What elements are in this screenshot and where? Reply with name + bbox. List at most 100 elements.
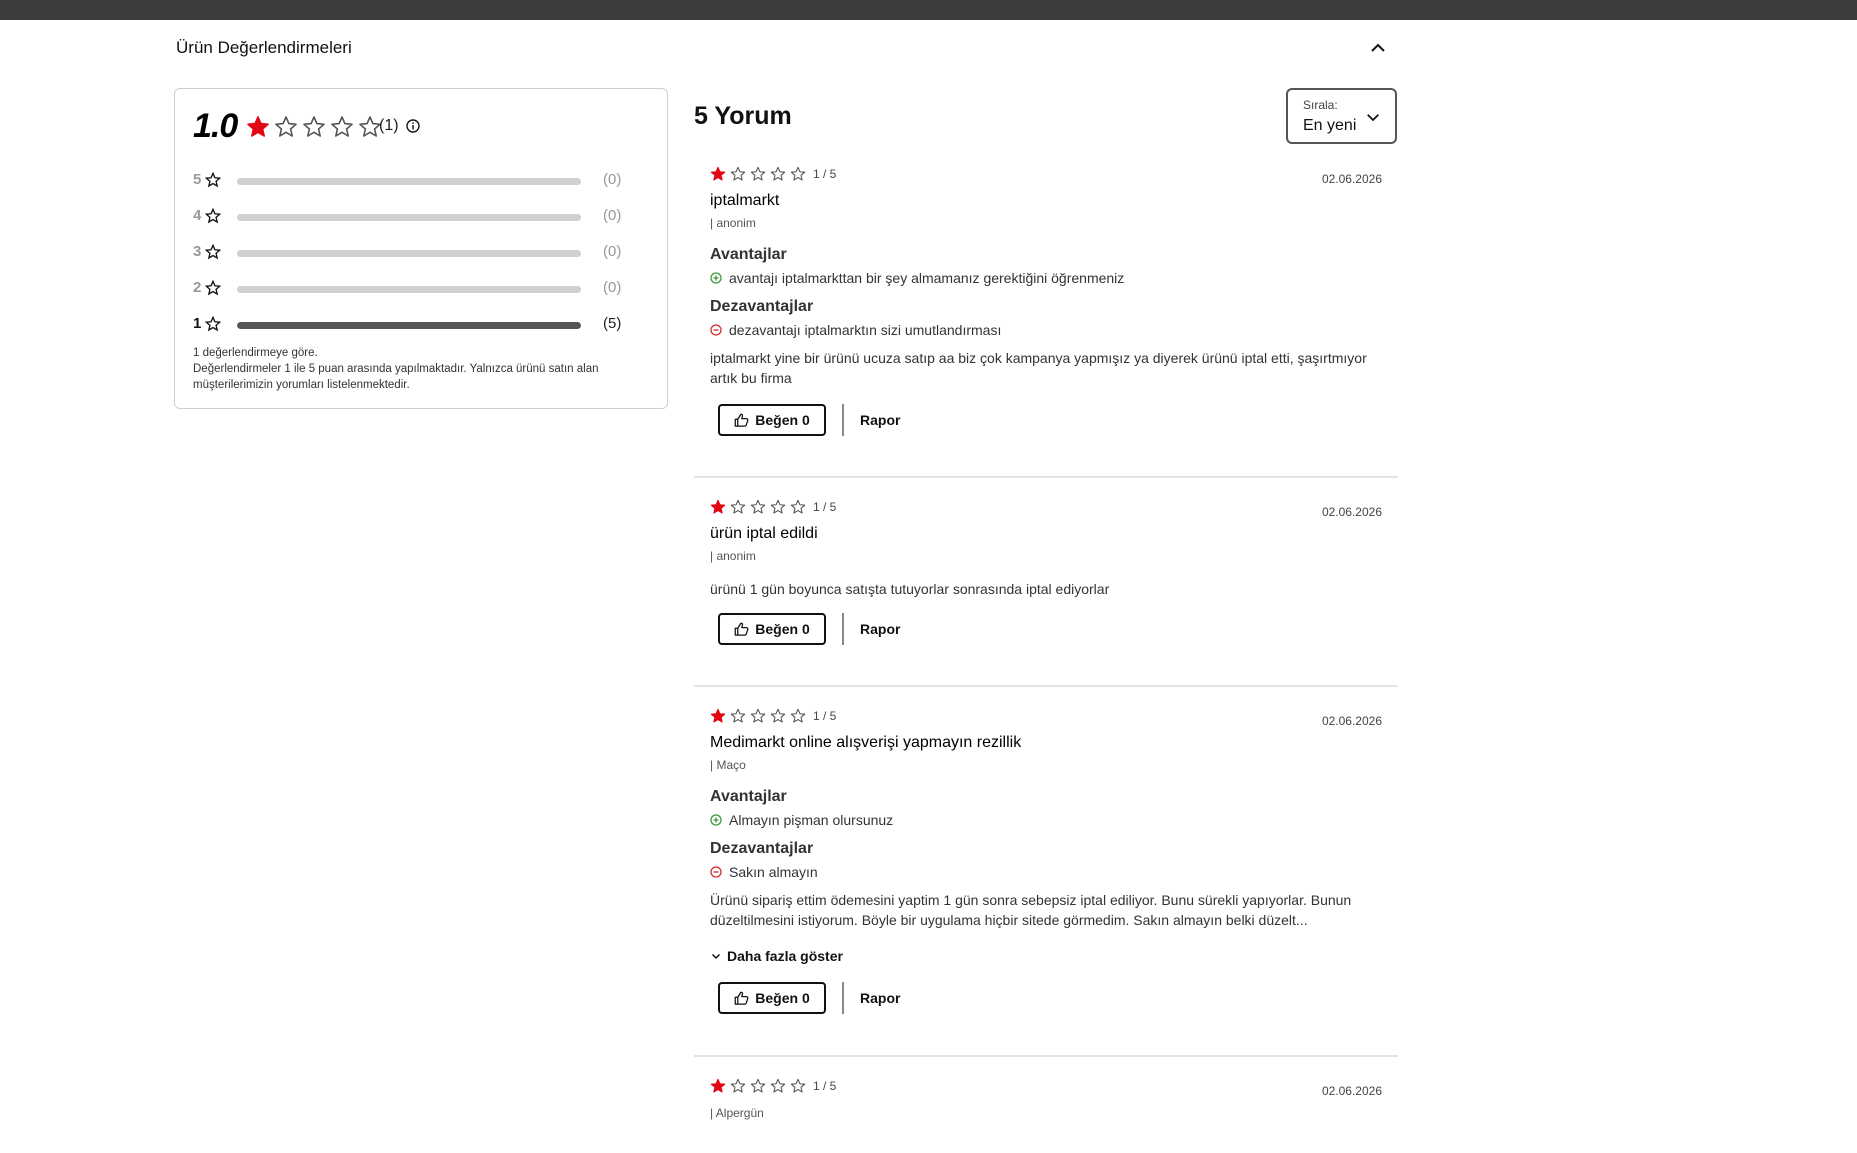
star-icon <box>205 316 221 332</box>
con-text: Sakın almayın <box>729 864 818 880</box>
star-icon <box>790 166 806 181</box>
distribution-row-4: 4 (0) <box>193 207 653 227</box>
star-icon <box>770 1078 786 1093</box>
star-icon <box>790 1078 806 1093</box>
review-item: 1 / 5 02.06.2026 ürün iptal edildi | ano… <box>694 499 1398 649</box>
star-icon <box>710 1078 726 1093</box>
like-button[interactable]: Beğen 0 <box>718 404 826 436</box>
star-icon <box>275 116 297 137</box>
review-item: 1 / 5 02.06.2026 | Alpergün <box>694 1078 1398 1153</box>
star-icon <box>710 166 726 181</box>
pros-heading: Avantajlar <box>710 246 787 263</box>
star-icon <box>205 172 221 188</box>
distribution-bar <box>237 250 581 257</box>
review-stars: 1 / 5 <box>710 708 836 724</box>
action-separator <box>842 404 844 436</box>
thumbs-up-icon <box>734 413 749 427</box>
collapse-button[interactable] <box>1366 36 1390 60</box>
pro-text: avantajı iptalmarkttan bir şey almamanız… <box>729 270 1125 286</box>
distribution-count: (5) <box>603 315 622 332</box>
report-link[interactable]: Rapor <box>860 990 900 1006</box>
review-date: 02.06.2026 <box>1321 1084 1382 1098</box>
distribution-bar-fill <box>237 322 581 329</box>
distribution-row-3: 3 (0) <box>193 243 653 263</box>
review-stars: 1 / 5 <box>710 499 836 515</box>
distribution-count: (0) <box>603 171 622 188</box>
sort-dropdown[interactable]: Sırala: En yeni <box>1286 88 1397 144</box>
like-button-label: Beğen 0 <box>755 412 810 428</box>
star-icon <box>730 499 746 514</box>
thumbs-up-icon <box>734 991 749 1005</box>
review-title: iptalmarkt <box>710 192 780 209</box>
distribution-label: 1 <box>193 315 202 332</box>
minus-circle-icon <box>710 866 722 878</box>
distribution-bar <box>237 286 581 293</box>
show-more-link[interactable]: Daha fazla göster <box>710 948 843 964</box>
pro-item: avantajı iptalmarkttan bir şey almamanız… <box>710 270 1124 286</box>
like-button[interactable]: Beğen 0 <box>718 982 826 1014</box>
star-icon <box>205 280 221 296</box>
distribution-bar <box>237 178 581 185</box>
star-icon <box>770 499 786 514</box>
star-icon <box>730 708 746 723</box>
info-icon[interactable] <box>405 118 421 134</box>
distribution-label: 5 <box>193 171 202 188</box>
star-icon <box>790 708 806 723</box>
review-divider <box>694 685 1398 687</box>
review-count-heading: 5 Yorum <box>694 102 792 130</box>
review-stars: 1 / 5 <box>710 166 836 182</box>
review-score: 1 / 5 <box>813 709 837 723</box>
review-date: 02.06.2026 <box>1321 714 1382 728</box>
review-author: | Maço <box>710 758 746 772</box>
average-stars <box>246 115 382 139</box>
sort-label: Sırala: <box>1303 98 1338 112</box>
cons-heading: Dezavantajlar <box>710 840 814 857</box>
action-separator <box>842 613 844 645</box>
average-rating: 1.0 <box>193 107 238 145</box>
star-icon <box>730 1078 746 1093</box>
review-score: 1 / 5 <box>813 1079 837 1093</box>
distribution-bar <box>237 214 581 221</box>
review-body: Ürünü sipariş ettim ödemesini yaptim 1 g… <box>710 892 1352 928</box>
chevron-down-icon <box>711 953 721 960</box>
section-title: Ürün Değerlendirmeleri <box>176 38 352 57</box>
thumbs-up-icon <box>734 622 749 636</box>
star-icon <box>770 708 786 723</box>
rating-summary-card: 1.0 (1) 5 (0) 4 (0) 3 (0) 2 (0) 1 (5) 1 … <box>174 88 668 409</box>
distribution-count: (0) <box>603 243 622 260</box>
star-icon <box>750 708 766 723</box>
plus-circle-icon <box>710 272 722 284</box>
review-item: 1 / 5 02.06.2026 Medimarkt online alışve… <box>694 708 1398 1018</box>
like-button-label: Beğen 0 <box>755 990 810 1006</box>
star-icon <box>331 116 353 137</box>
summary-note-line: 1 değerlendirmeye göre. <box>193 347 318 359</box>
review-author: | anonim <box>710 549 756 563</box>
review-title: Medimarkt online alışverişi yapmayın rez… <box>710 734 1022 751</box>
review-title: ürün iptal edildi <box>710 525 818 542</box>
like-button-label: Beğen 0 <box>755 621 810 637</box>
distribution-row-5: 5 (0) <box>193 171 653 191</box>
top-bar <box>0 0 1857 20</box>
review-date: 02.06.2026 <box>1321 172 1382 186</box>
report-link[interactable]: Rapor <box>860 412 900 428</box>
star-icon <box>303 116 325 137</box>
show-more-label: Daha fazla göster <box>727 948 843 964</box>
minus-circle-icon <box>710 324 722 336</box>
distribution-row-2: 2 (0) <box>193 279 653 299</box>
report-link[interactable]: Rapor <box>860 621 900 637</box>
review-stars: 1 / 5 <box>710 1078 836 1094</box>
rating-count: (1) <box>379 117 399 134</box>
star-icon <box>790 499 806 514</box>
review-divider <box>694 1055 1398 1057</box>
con-item: Sakın almayın <box>710 864 818 880</box>
review-author: | anonim <box>710 216 756 230</box>
review-divider <box>694 476 1398 478</box>
like-button[interactable]: Beğen 0 <box>718 613 826 645</box>
action-separator <box>842 982 844 1014</box>
review-body: iptalmarkt yine bir ürünü ucuza satıp aa… <box>710 350 1367 386</box>
star-icon <box>710 708 726 723</box>
con-item: dezavantajı iptalmarktın sizi umutlandır… <box>710 322 1001 338</box>
review-author: | Alpergün <box>710 1106 764 1120</box>
distribution-count: (0) <box>603 279 622 296</box>
star-icon <box>750 166 766 181</box>
